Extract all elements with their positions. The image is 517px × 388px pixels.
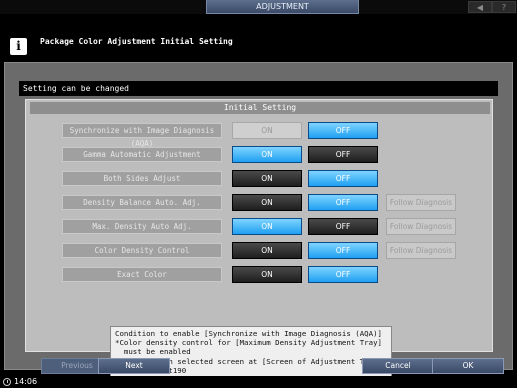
off-button-density-balance-auto-adj[interactable]: OFF xyxy=(308,194,378,211)
status-bar: 14:06 xyxy=(0,376,517,388)
help-icon[interactable]: ? xyxy=(492,1,516,13)
off-button-both-sides-adjust[interactable]: OFF xyxy=(308,170,378,187)
row-label-density-balance-auto-adj: Density Balance Auto. Adj. xyxy=(62,195,222,210)
follow-diagnosis-button-density-balance-auto-adj: Follow Diagnosis xyxy=(386,194,456,211)
row-label-exact-color: Exact Color xyxy=(62,267,222,282)
off-button-gamma-automatic-adjustment[interactable]: OFF xyxy=(308,146,378,163)
off-button-synchronize-with-image-diagnosis-aqa[interactable]: OFF xyxy=(308,122,378,139)
on-button-exact-color[interactable]: ON xyxy=(232,266,302,283)
next-button[interactable]: Next xyxy=(98,358,170,374)
row-label-max-density-auto-adj: Max. Density Auto Adj. xyxy=(62,219,222,234)
speaker-icon[interactable]: ◀ xyxy=(468,1,492,13)
condition-line: must be enabled xyxy=(115,347,191,357)
condition-line: *Color density control for [Maximum Dens… xyxy=(115,338,382,348)
status-message: Setting can be changed xyxy=(19,81,498,96)
on-button-synchronize-with-image-diagnosis-aqa: ON xyxy=(232,122,302,139)
top-bar: ADJUSTMENT ◀ ? xyxy=(0,0,517,14)
on-button-max-density-auto-adj[interactable]: ON xyxy=(232,218,302,235)
follow-diagnosis-button-max-density-auto-adj: Follow Diagnosis xyxy=(386,218,456,235)
initial-setting-panel: Initial Setting Synchronize with Image D… xyxy=(25,99,493,384)
clock-icon xyxy=(3,378,11,386)
condition-line: Condition to enable [Synchronize with Im… xyxy=(115,329,382,338)
header: i Package Color Adjustment Initial Setti… xyxy=(0,14,517,62)
follow-diagnosis-button-color-density-control: Follow Diagnosis xyxy=(386,242,456,259)
off-button-max-density-auto-adj[interactable]: OFF xyxy=(308,218,378,235)
tab-adjustment[interactable]: ADJUSTMENT xyxy=(206,0,359,14)
ok-button[interactable]: OK xyxy=(432,358,504,374)
cancel-button[interactable]: Cancel xyxy=(362,358,434,374)
on-button-color-density-control[interactable]: ON xyxy=(232,242,302,259)
settings-dialog: Setting can be changed Initial Setting S… xyxy=(4,62,513,384)
row-label-both-sides-adjust: Both Sides Adjust xyxy=(62,171,222,186)
page-title: Package Color Adjustment Initial Setting xyxy=(40,37,233,46)
panel-title: Initial Setting xyxy=(30,102,490,114)
on-button-gamma-automatic-adjustment[interactable]: ON xyxy=(232,146,302,163)
on-button-both-sides-adjust[interactable]: ON xyxy=(232,170,302,187)
row-label-gamma-automatic-adjustment: Gamma Automatic Adjustment xyxy=(62,147,222,162)
on-button-density-balance-auto-adj[interactable]: ON xyxy=(232,194,302,211)
clock-time: 14:06 xyxy=(14,377,38,386)
off-button-exact-color[interactable]: OFF xyxy=(308,266,378,283)
row-label-synchronize-with-image-diagnosis-aqa: Synchronize with Image Diagnosis (AQA) xyxy=(62,123,222,148)
off-button-color-density-control[interactable]: OFF xyxy=(308,242,378,259)
info-icon: i xyxy=(10,38,27,55)
row-label-color-density-control: Color Density Control xyxy=(62,243,222,258)
